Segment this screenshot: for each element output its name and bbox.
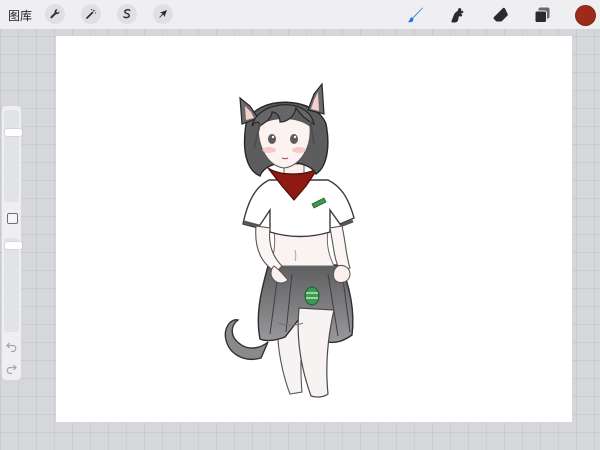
eraser-icon [493, 7, 508, 22]
redo-button[interactable] [5, 362, 18, 375]
opacity-thumb[interactable] [5, 242, 22, 250]
selection-icon [123, 9, 131, 19]
smudge-icon [451, 8, 464, 23]
brush-size-slider[interactable] [4, 110, 22, 202]
brush-tool[interactable] [404, 4, 426, 26]
gallery-button[interactable]: 图库 [8, 7, 32, 24]
brush-size-thumb[interactable] [5, 128, 22, 136]
arrow-cursor-icon [159, 10, 167, 18]
wrench-icon [50, 9, 60, 19]
redo-icon [6, 364, 17, 374]
modify-button[interactable] [7, 213, 18, 224]
adjustments-button[interactable] [81, 4, 101, 24]
brush-icon [407, 7, 423, 23]
current-color-swatch[interactable] [575, 5, 596, 26]
transform-button[interactable] [153, 4, 173, 24]
cat-girl-artwork [224, 82, 355, 398]
opacity-slider[interactable] [4, 238, 22, 332]
actions-button[interactable] [45, 4, 65, 24]
magic-wand-icon [86, 9, 97, 19]
smudge-tool[interactable] [446, 4, 468, 26]
undo-icon [6, 342, 17, 352]
drawing-canvas[interactable] [56, 36, 572, 422]
layers-icon [534, 7, 550, 23]
top-toolbar: 图库 [0, 0, 600, 29]
selection-button[interactable] [117, 4, 137, 24]
side-panel [2, 106, 22, 380]
undo-button[interactable] [5, 340, 18, 353]
eraser-tool[interactable] [489, 4, 511, 26]
layers-tool[interactable] [531, 4, 553, 26]
